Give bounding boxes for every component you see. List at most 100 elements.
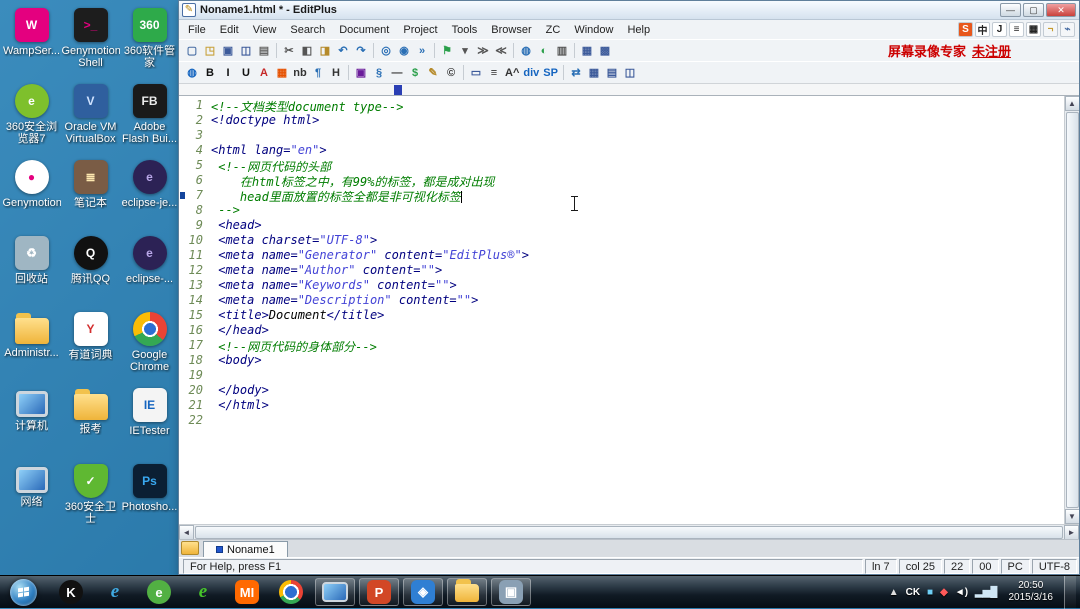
open-file-icon[interactable]: ◳ [201,42,219,60]
desktop-icon-network[interactable]: 网络 [2,460,61,536]
list-icon[interactable]: ≡ [485,64,503,82]
heading-icon[interactable]: H [327,64,345,82]
vertical-scrollbar[interactable]: ▲ ▼ [1064,96,1079,524]
recorder-indicator[interactable]: CK [906,587,920,598]
title-bar[interactable]: ✎ Noname1.html * - EditPlus — ▢ ✕ [179,1,1079,20]
table-cell-icon[interactable]: ◫ [621,64,639,82]
desktop-icon-google-chrome[interactable]: Google Chrome [120,308,179,384]
taskbar-browser-green[interactable]: e [183,578,223,606]
sogou-input-icon[interactable]: S [958,22,973,37]
input-punct-icon[interactable]: ≡ [1009,22,1024,37]
table-icon[interactable]: ▦ [585,64,603,82]
code-line[interactable]: 8 --> [179,203,1064,218]
div-tag-icon[interactable]: div [521,64,541,82]
minimize-button[interactable]: — [1000,3,1021,17]
maximize-button[interactable]: ▢ [1023,3,1044,17]
desktop-icon-recycle-bin[interactable]: ♻ 回收站 [2,232,61,308]
desktop-icon-youdao-dict[interactable]: Y 有道词典 [61,308,120,384]
desktop-icon-wampserver[interactable]: W WampSer... [2,4,61,80]
code-line[interactable]: 3 [179,128,1064,143]
indent-icon[interactable]: ≫ [474,42,492,60]
vertical-scroll-thumb[interactable] [1065,112,1079,508]
bold-icon[interactable]: B [201,64,219,82]
menu-project[interactable]: Project [396,22,444,38]
taskbar-powerpoint[interactable]: P [359,578,399,606]
desktop-icon-adobe-flash-builder[interactable]: FB Adobe Flash Bui... [120,80,179,156]
tray-app-red-icon[interactable]: ◆ [940,587,948,598]
taskbar-xiaomi[interactable]: MI [227,578,267,606]
code-line[interactable]: 22 [179,413,1064,428]
new-document-icon[interactable]: ▢ [183,42,201,60]
save-icon[interactable]: ▣ [219,42,237,60]
network-icon[interactable]: ▂▅█ [975,587,997,598]
taskbar-chrome[interactable] [271,578,311,606]
key-icon[interactable]: ¬ [1043,22,1058,37]
undo-icon[interactable]: ↶ [334,42,352,60]
code-line[interactable]: 19 [179,368,1064,383]
code-line[interactable]: 14 <meta name="Description" content=""> [179,293,1064,308]
input-mode-icon[interactable]: 中 [975,22,990,37]
horizontal-scroll-thumb[interactable] [195,525,1063,539]
find-next-icon[interactable]: » [413,42,431,60]
menu-edit[interactable]: Edit [213,22,246,38]
color-picker-icon[interactable]: ▦ [273,64,291,82]
desktop-icon-genymotion[interactable]: ● Genymotion [2,156,61,232]
span-tag-icon[interactable]: SP [541,64,560,82]
desktop-icon-notebooks[interactable]: ≣ 笔记本 [61,156,120,232]
desktop-icon-baokao-folder[interactable]: 报考 [61,384,120,460]
image-icon[interactable]: ▣ [352,64,370,82]
form-icon[interactable]: ▭ [467,64,485,82]
save-all-icon[interactable]: ◫ [237,42,255,60]
menu-file[interactable]: File [181,22,213,38]
print-icon[interactable]: ▤ [255,42,273,60]
desktop-icon-360-safe-guard[interactable]: ✓ 360安全卫士 [61,460,120,536]
desktop-icon-eclipse[interactable]: e eclipse-... [120,232,179,308]
code-area[interactable]: 1 <!--文档类型document type--> 2 <!doctype html… [179,96,1064,524]
volume-icon[interactable]: ◄) [955,587,968,598]
next-bookmark-icon[interactable]: ▾ [456,42,474,60]
view-in-browser-icon[interactable]: ◍ [183,64,201,82]
desktop-icon-ietester[interactable]: IE IETester [120,384,179,460]
input-shape-icon[interactable]: J [992,22,1007,37]
menu-tools[interactable]: Tools [445,22,485,38]
horizontal-scrollbar[interactable]: ◄ ► [179,524,1079,540]
taskbar-file-explorer[interactable] [447,578,487,606]
desktop-icon-360-software-manager[interactable]: 360 360软件管家 [120,4,179,80]
show-desktop-button[interactable] [1064,575,1076,609]
desktop-icon-tencent-qq[interactable]: Q 腾讯QQ [61,232,120,308]
underline-icon[interactable]: U [237,64,255,82]
scroll-down-button[interactable]: ▼ [1064,509,1079,524]
code-line[interactable]: 12 <meta name="Author" content=""> [179,263,1064,278]
taskbar-editor-app[interactable]: ▣ [491,578,531,606]
start-button[interactable] [10,578,37,606]
replace-icon[interactable]: ◉ [395,42,413,60]
taskbar-internet-explorer[interactable]: e [95,578,135,606]
code-line[interactable]: 21 </html> [179,398,1064,413]
code-line[interactable]: 6 在html标签之中，有99%的标签，都是成对出现 [179,173,1064,189]
nbsp-icon[interactable]: nb [291,64,309,82]
code-line[interactable]: 16 </head> [179,323,1064,338]
code-line[interactable]: 18 <body> [179,353,1064,368]
cut-icon[interactable]: ✂ [280,42,298,60]
code-line[interactable]: 2 <!doctype html> [179,113,1064,128]
code-line[interactable]: 13 <meta name="Keywords" content=""> [179,278,1064,293]
wrench-icon[interactable]: ⌁ [1060,22,1075,37]
taskbar-my-computer[interactable] [315,578,355,606]
code-line[interactable]: 11 <meta name="Generator" content="EditP… [179,248,1064,263]
desktop-icon-genymotion-shell[interactable]: >_ Genymotion Shell [61,4,120,80]
tray-app-blue-icon[interactable]: ■ [927,587,933,598]
table-edit-icon[interactable]: ▩ [596,42,614,60]
paste-icon[interactable]: ◨ [316,42,334,60]
menu-view[interactable]: View [246,22,284,38]
paragraph-icon[interactable]: ¶ [309,64,327,82]
outdent-icon[interactable]: ≪ [492,42,510,60]
file-panel-button[interactable] [181,541,199,555]
hr-icon[interactable]: — [388,64,406,82]
scroll-right-button[interactable]: ► [1064,524,1079,540]
find-icon[interactable]: ◎ [377,42,395,60]
taskbar-kugou-music[interactable]: K [51,578,91,606]
taskbar-app-blue[interactable]: ◈ [403,578,443,606]
desktop-icon-administrator-folder[interactable]: Administr... [2,308,61,384]
currency-icon[interactable]: $ [406,64,424,82]
copyright-icon[interactable]: © [442,64,460,82]
